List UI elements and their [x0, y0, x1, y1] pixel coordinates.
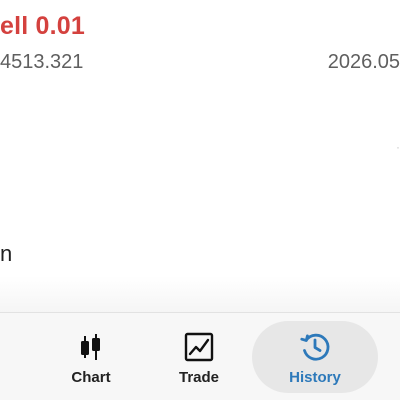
edge-divider-icon: ·: [396, 140, 400, 154]
candlestick-chart-icon: [81, 334, 100, 360]
cropped-text-fragment: n: [0, 241, 13, 266]
nav-item-trade[interactable]: Trade: [136, 321, 262, 393]
nav-label-trade: Trade: [178, 369, 220, 386]
order-time: 2026.05: [327, 51, 400, 73]
history-clock-icon: [300, 333, 330, 361]
line-trend-icon: [184, 332, 214, 362]
nav-label-history: History: [289, 369, 341, 386]
nav-item-history[interactable]: History: [252, 321, 378, 393]
mobile-screen: ell 0.01 4513.321 2026.05 · n Chart Trad…: [0, 0, 400, 400]
order-type-volume: ell 0.01: [0, 12, 85, 40]
order-price: 4513.321: [0, 51, 84, 73]
bottom-navigation: Chart Trade History: [0, 312, 400, 400]
list-fade-area: [0, 276, 400, 312]
